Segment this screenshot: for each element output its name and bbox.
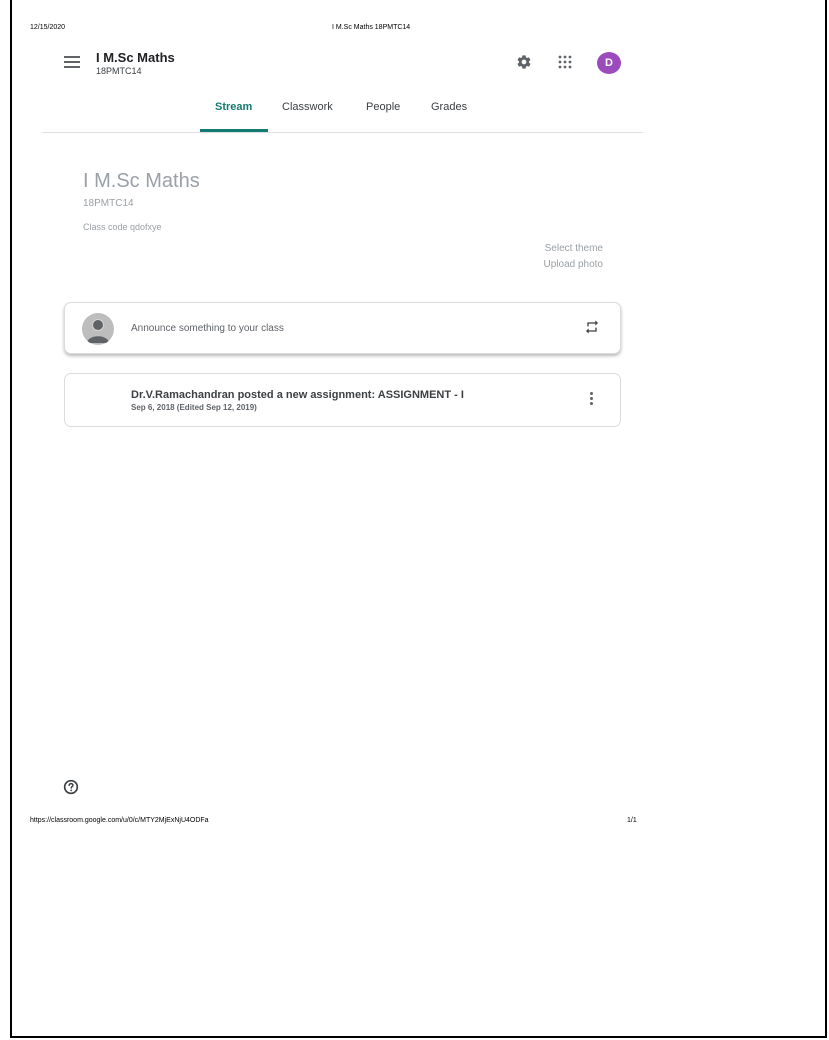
tab-grades[interactable]: Grades xyxy=(431,101,467,113)
banner-section: 18PMTC14 xyxy=(83,198,134,209)
help-icon[interactable] xyxy=(63,779,79,795)
post-title[interactable]: Dr.V.Ramachandran posted a new assignmen… xyxy=(131,389,464,401)
print-date: 12/15/2020 xyxy=(30,24,66,31)
class-section: 18PMTC14 xyxy=(96,66,142,76)
repost-icon[interactable] xyxy=(584,319,600,335)
select-theme-link[interactable]: Select theme xyxy=(545,243,603,254)
post-date: Sep 6, 2018 (Edited Sep 12, 2019) xyxy=(131,403,257,412)
page-frame xyxy=(10,0,827,1038)
tab-classwork[interactable]: Classwork xyxy=(282,101,333,113)
print-url: https://classroom.google.com/u/0/c/MTY2M… xyxy=(30,817,209,824)
gear-icon[interactable] xyxy=(516,54,532,70)
menu-icon[interactable] xyxy=(64,56,80,68)
tab-people[interactable]: People xyxy=(366,101,400,113)
banner-title: I M.Sc Maths xyxy=(83,170,200,192)
class-code: Class code qdofxye xyxy=(83,222,162,232)
tabs-divider xyxy=(42,132,643,133)
class-title[interactable]: I M.Sc Maths xyxy=(96,50,175,65)
upload-photo-link[interactable]: Upload photo xyxy=(544,259,604,270)
apps-icon[interactable] xyxy=(558,55,572,69)
print-title: I M.Sc Maths 18PMTC14 xyxy=(332,24,411,31)
announce-placeholder[interactable]: Announce something to your class xyxy=(131,323,284,334)
user-avatar-icon xyxy=(82,313,114,345)
more-options-icon[interactable] xyxy=(586,392,596,408)
tab-stream[interactable]: Stream xyxy=(215,101,252,113)
account-avatar[interactable]: D xyxy=(597,52,621,74)
print-page-number: 1/1 xyxy=(627,817,637,824)
